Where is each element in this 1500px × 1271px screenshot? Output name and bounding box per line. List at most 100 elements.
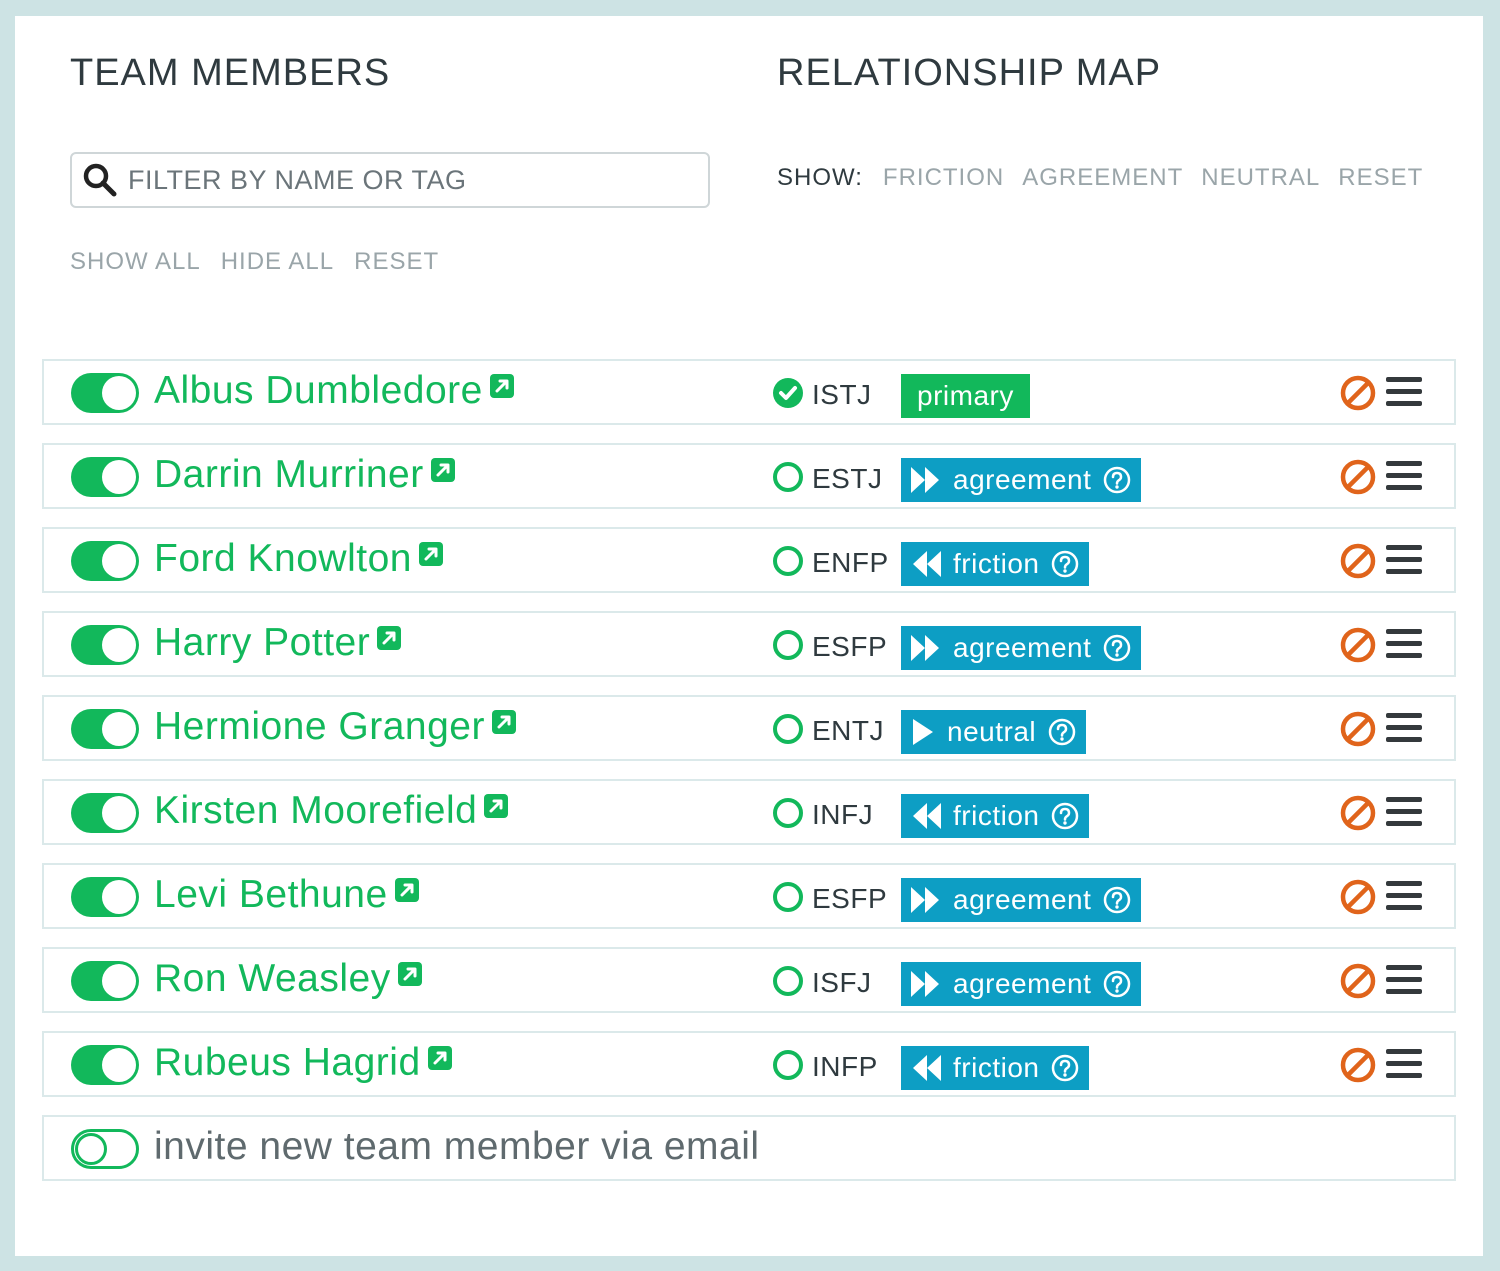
help-icon[interactable]	[1103, 886, 1131, 914]
member-toggle[interactable]	[71, 961, 139, 1001]
filter-input[interactable]	[126, 163, 690, 197]
ban-icon[interactable]	[1340, 459, 1376, 495]
ban-icon[interactable]	[1340, 627, 1376, 663]
filter-friction-link[interactable]: FRICTION	[883, 164, 1004, 192]
menu-icon[interactable]	[1386, 545, 1422, 577]
selected-check-icon[interactable]	[772, 377, 804, 409]
help-icon[interactable]	[1048, 718, 1076, 746]
member-name-link[interactable]: Kirsten Moorefield	[154, 789, 509, 833]
menu-icon[interactable]	[1386, 629, 1422, 661]
fast-forward-icon	[911, 467, 939, 493]
mbti-type: INFJ	[812, 799, 874, 830]
show-all-link[interactable]: SHOW ALL	[70, 248, 201, 276]
external-link-icon[interactable]	[397, 961, 423, 987]
member-name-link[interactable]: Harry Potter	[154, 621, 402, 665]
filter-search	[70, 152, 710, 208]
fast-forward-icon	[911, 971, 939, 997]
external-link-icon[interactable]	[430, 457, 456, 483]
member-name-link[interactable]: Hermione Granger	[154, 705, 517, 749]
member-toggle[interactable]	[71, 709, 139, 749]
member-list: Albus Dumbledore ISTJ primary Darrin Mur…	[42, 359, 1456, 1199]
unselected-circle-icon[interactable]	[772, 797, 804, 829]
filter-reset-link[interactable]: RESET	[1338, 164, 1423, 192]
ban-icon[interactable]	[1340, 879, 1376, 915]
invite-row: invite new team member via email	[42, 1115, 1456, 1181]
member-name-link[interactable]: Albus Dumbledore	[154, 369, 515, 413]
relation-tag-agreement[interactable]: agreement	[901, 458, 1142, 502]
relation-tag-friction[interactable]: friction	[901, 542, 1090, 586]
external-link-icon[interactable]	[483, 793, 509, 819]
toggle-knob	[102, 544, 136, 578]
member-toggle[interactable]	[71, 625, 139, 665]
member-toggle[interactable]	[71, 793, 139, 833]
member-name: Ron Weasley	[154, 957, 391, 1000]
menu-icon[interactable]	[1386, 713, 1422, 745]
member-toggle[interactable]	[71, 373, 139, 413]
unselected-circle-icon[interactable]	[772, 1049, 804, 1081]
filter-neutral-link[interactable]: NEUTRAL	[1201, 164, 1320, 192]
member-name-link[interactable]: Ron Weasley	[154, 957, 423, 1001]
relation-tag-friction[interactable]: friction	[901, 1046, 1090, 1090]
play-icon	[913, 719, 933, 745]
unselected-circle-icon[interactable]	[772, 629, 804, 661]
relation-tag-agreement[interactable]: agreement	[901, 626, 1142, 670]
member-toggle[interactable]	[71, 1045, 139, 1085]
help-icon[interactable]	[1103, 970, 1131, 998]
menu-icon[interactable]	[1386, 965, 1422, 997]
member-toggle[interactable]	[71, 877, 139, 917]
filter-agreement-link[interactable]: AGREEMENT	[1022, 164, 1183, 192]
external-link-icon[interactable]	[491, 709, 517, 735]
menu-icon[interactable]	[1386, 377, 1422, 409]
mbti-type: ESTJ	[812, 463, 883, 494]
member-name-link[interactable]: Darrin Murriner	[154, 453, 456, 497]
relation-tag-agreement[interactable]: agreement	[901, 878, 1142, 922]
invite-link[interactable]: invite new team member via email	[154, 1125, 760, 1169]
invite-toggle[interactable]	[71, 1129, 139, 1169]
help-icon[interactable]	[1103, 466, 1131, 494]
unselected-circle-icon[interactable]	[772, 461, 804, 493]
menu-icon[interactable]	[1386, 881, 1422, 913]
ban-icon[interactable]	[1340, 375, 1376, 411]
ban-icon[interactable]	[1340, 1047, 1376, 1083]
unselected-circle-icon[interactable]	[772, 545, 804, 577]
mbti-type: ESFP	[812, 631, 888, 662]
unselected-circle-icon[interactable]	[772, 965, 804, 997]
relation-label: agreement	[953, 464, 1092, 495]
external-link-icon[interactable]	[418, 541, 444, 567]
unselected-circle-icon[interactable]	[772, 713, 804, 745]
member-actions: SHOW ALL HIDE ALL RESET	[70, 248, 439, 276]
team-members-title: TEAM MEMBERS	[70, 52, 391, 94]
toggle-knob	[102, 1048, 136, 1082]
relation-tag-friction[interactable]: friction	[901, 794, 1090, 838]
relation-tag-agreement[interactable]: agreement	[901, 962, 1142, 1006]
menu-icon[interactable]	[1386, 1049, 1422, 1081]
member-name-link[interactable]: Levi Bethune	[154, 873, 420, 917]
menu-icon[interactable]	[1386, 797, 1422, 829]
hide-all-link[interactable]: HIDE ALL	[221, 248, 334, 276]
member-toggle[interactable]	[71, 541, 139, 581]
external-link-icon[interactable]	[376, 625, 402, 651]
help-icon[interactable]	[1051, 802, 1079, 830]
help-icon[interactable]	[1051, 550, 1079, 578]
primary-tag[interactable]: primary	[901, 374, 1030, 418]
external-link-icon[interactable]	[427, 1045, 453, 1071]
relation-tag-neutral[interactable]: neutral	[901, 710, 1087, 754]
external-link-icon[interactable]	[394, 877, 420, 903]
ban-icon[interactable]	[1340, 795, 1376, 831]
ban-icon[interactable]	[1340, 543, 1376, 579]
mbti-type: ESFP	[812, 883, 888, 914]
relationship-map-title: RELATIONSHIP MAP	[777, 52, 1162, 94]
reset-members-link[interactable]: RESET	[354, 248, 439, 276]
member-name-link[interactable]: Rubeus Hagrid	[154, 1041, 453, 1085]
help-icon[interactable]	[1051, 1054, 1079, 1082]
member-row: Rubeus Hagrid INFP friction	[42, 1031, 1456, 1097]
help-icon[interactable]	[1103, 634, 1131, 662]
ban-icon[interactable]	[1340, 963, 1376, 999]
unselected-circle-icon[interactable]	[772, 881, 804, 913]
menu-icon[interactable]	[1386, 461, 1422, 493]
member-name-link[interactable]: Ford Knowlton	[154, 537, 444, 581]
ban-icon[interactable]	[1340, 711, 1376, 747]
external-link-icon[interactable]	[489, 373, 515, 399]
member-toggle[interactable]	[71, 457, 139, 497]
member-row: Ron Weasley ISFJ agreement	[42, 947, 1456, 1013]
